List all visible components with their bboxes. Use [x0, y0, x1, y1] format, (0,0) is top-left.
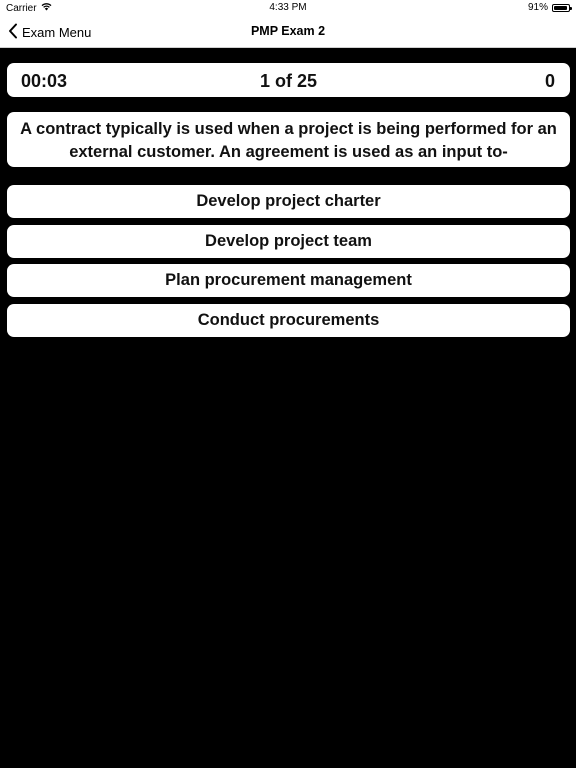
answer-option-3[interactable]: Plan procurement management	[7, 264, 570, 297]
battery-icon	[552, 3, 572, 12]
status-right: 91%	[527, 2, 572, 13]
status-time: 4:33 PM	[269, 2, 307, 13]
question-text: A contract typically is used when a proj…	[7, 112, 570, 167]
answer-option-2[interactable]: Develop project team	[7, 225, 570, 258]
battery-percent: 91%	[527, 2, 548, 13]
status-bar: Carrier 4:33 PM 91%	[0, 0, 576, 16]
navigation-bar: Exam Menu PMP Exam 2	[0, 16, 576, 48]
quiz-status-card: 00:03 1 of 25 0	[7, 63, 570, 97]
score: 0	[544, 71, 555, 91]
answer-option-4[interactable]: Conduct procurements	[7, 304, 570, 337]
battery-fill	[554, 5, 567, 10]
question-progress: 1 of 25	[259, 71, 318, 91]
page-title: PMP Exam 2	[250, 24, 326, 38]
answer-option-1[interactable]: Develop project charter	[7, 185, 570, 218]
